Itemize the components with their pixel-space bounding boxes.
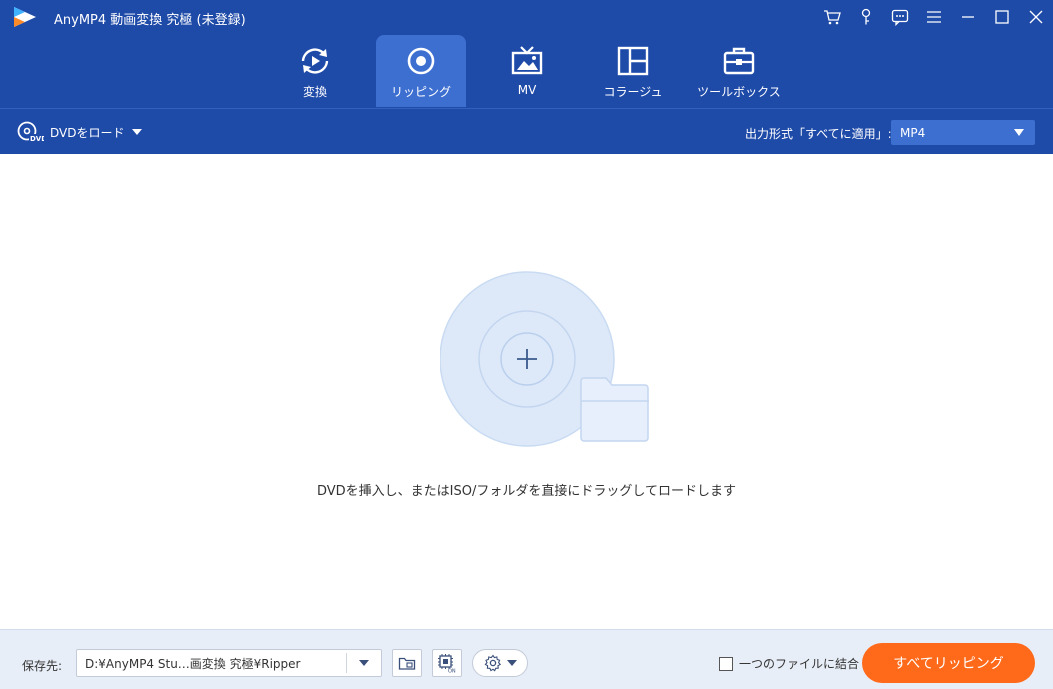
svg-text:DVD: DVD [30, 135, 44, 143]
toolbox-icon [721, 45, 757, 77]
tab-label: ツールボックス [697, 85, 781, 99]
tab-label: コラージュ [603, 85, 663, 99]
feedback-icon[interactable] [883, 0, 917, 34]
mv-icon [509, 45, 545, 77]
menu-icon[interactable] [917, 0, 951, 34]
app-title: AnyMP4 動画変換 究極 (未登録) [54, 13, 246, 28]
rip-all-button[interactable]: すべてリッピング [862, 643, 1035, 683]
load-dvd-button[interactable]: DVD DVDをロード [16, 121, 143, 143]
dvd-disc-icon: DVD [16, 121, 47, 143]
tab-mv[interactable]: MV [482, 35, 572, 107]
main-nav: 変換 リッピング MV コラージュ ツールボックス [0, 34, 1053, 108]
merge-label: 一つのファイルに結合 [739, 657, 860, 671]
load-dvd-label: DVDをロード [50, 125, 125, 140]
checkbox-box[interactable] [719, 656, 733, 671]
collage-icon [615, 45, 651, 77]
key-icon[interactable] [849, 0, 883, 34]
output-format-select[interactable]: MP4 [891, 120, 1035, 145]
save-to-label: 保存先: [22, 659, 63, 673]
close-icon[interactable] [1019, 0, 1053, 34]
maximize-icon[interactable] [985, 0, 1019, 34]
cart-icon[interactable] [815, 0, 849, 34]
output-format-value: MP4 [900, 125, 926, 140]
divider [346, 653, 347, 673]
convert-icon [297, 45, 333, 77]
chevron-down-icon[interactable] [132, 129, 143, 135]
app-logo-icon [12, 6, 38, 28]
save-path-field[interactable]: D:¥AnyMP4 Stu…画変換 究極¥Ripper [76, 649, 382, 677]
gear-icon [484, 654, 501, 672]
tab-ripper[interactable]: リッピング [376, 35, 466, 107]
tab-label: リッピング [390, 85, 451, 99]
window-controls [815, 0, 1053, 34]
chevron-down-icon[interactable] [359, 660, 369, 666]
drop-hint-text: DVDを挿入し、またはISO/フォルダを直接にドラッグしてロードします [317, 484, 736, 499]
tab-label: MV [517, 83, 537, 97]
tab-collage[interactable]: コラージュ [588, 35, 678, 107]
cpu-chip-icon: ON [438, 654, 456, 674]
title-bar: AnyMP4 動画変換 究極 (未登録) [0, 0, 1053, 34]
minimize-icon[interactable] [951, 0, 985, 34]
bottom-bar: 保存先: D:¥AnyMP4 Stu…画変換 究極¥Ripper ON 一つのフ… [0, 629, 1053, 689]
tab-label: 変換 [302, 85, 327, 99]
merge-into-one-file-checkbox[interactable]: 一つのファイルに結合 [719, 655, 859, 672]
settings-button[interactable] [472, 649, 528, 677]
chevron-down-icon [506, 660, 517, 666]
ripper-toolbar: DVD DVDをロード 出力形式「すべてに適用」: MP4 [0, 108, 1053, 154]
save-path-value: D:¥AnyMP4 Stu…画変換 究極¥Ripper [85, 656, 301, 671]
chevron-down-icon [1014, 129, 1024, 136]
tab-toolbox[interactable]: ツールボックス [694, 35, 784, 107]
folder-icon [398, 657, 416, 670]
output-format-label: 出力形式「すべてに適用」: [745, 127, 892, 141]
ripper-icon [403, 45, 439, 77]
add-dvd-button[interactable] [439, 270, 652, 448]
svg-text:ON: ON [448, 669, 456, 674]
tab-convert[interactable]: 変換 [270, 35, 360, 107]
hardware-acceleration-button[interactable]: ON [432, 649, 462, 677]
open-folder-button[interactable] [392, 649, 422, 677]
